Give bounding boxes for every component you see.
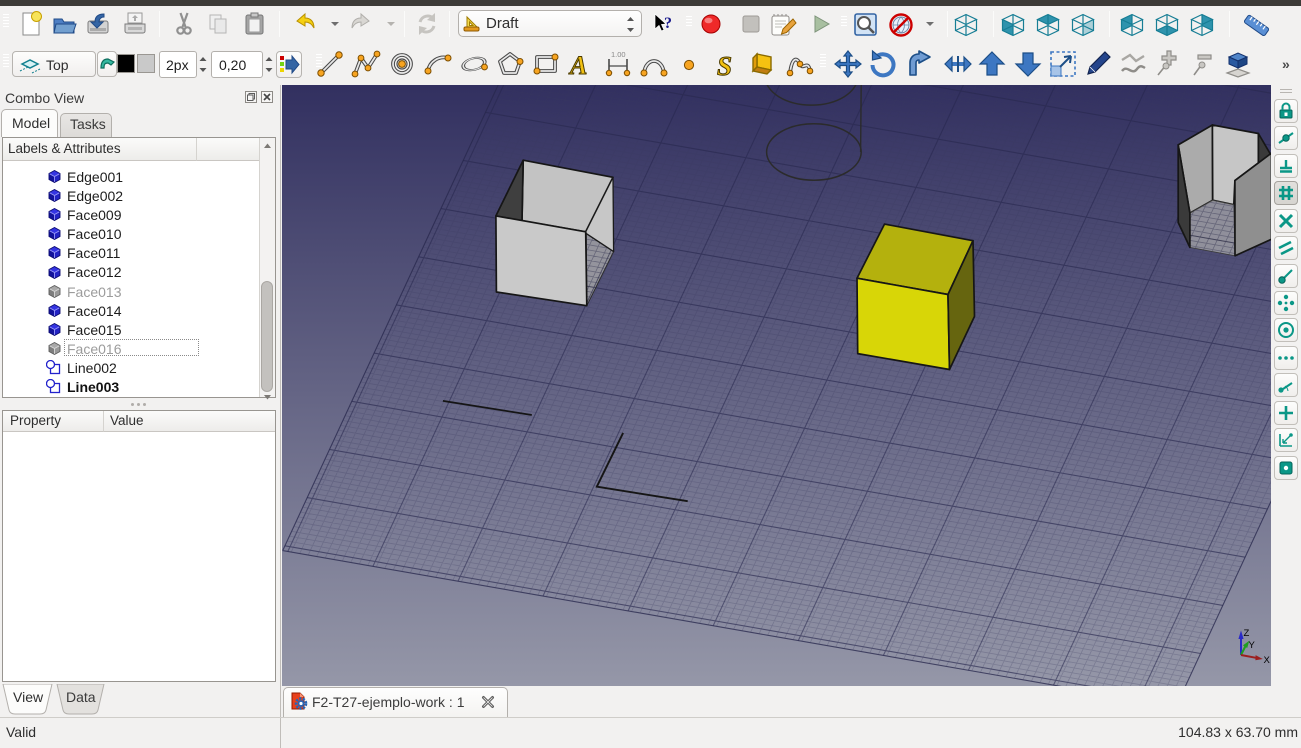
svg-text:?: ?: [664, 15, 672, 32]
svg-text:X: X: [1264, 655, 1271, 666]
svg-text:Z: Z: [1244, 628, 1250, 639]
svg-text:S: S: [717, 51, 732, 79]
svg-text:A: A: [568, 51, 587, 79]
svg-text:Y: Y: [1249, 640, 1256, 651]
svg-text:1.00: 1.00: [611, 50, 626, 59]
